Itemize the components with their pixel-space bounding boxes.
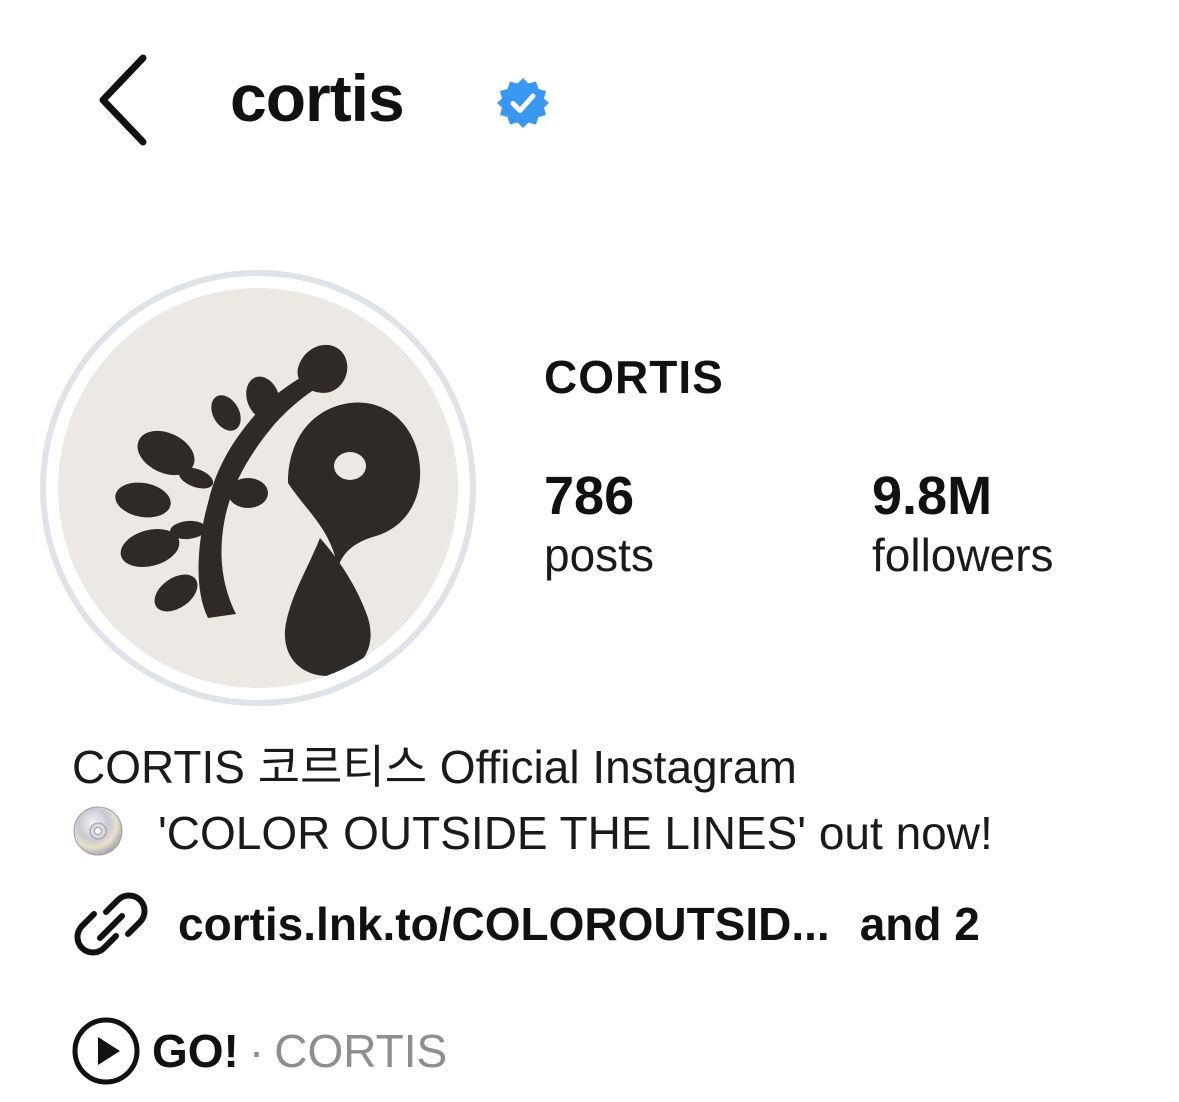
verified-badge-icon [497,78,549,128]
back-button[interactable] [88,50,158,150]
bio-line-2-text: 'COLOR OUTSIDE THE LINES' out now! [158,807,993,859]
bio-line-1: CORTIS 코르티스 Official Instagram [72,741,797,793]
header-username: cortis [230,61,405,135]
avatar-story-ring[interactable] [40,270,476,706]
posts-stat[interactable]: 786 posts [544,466,654,584]
posts-label: posts [544,529,654,581]
link-url[interactable]: cortis.lnk.to/COLOROUTSID... [178,897,830,951]
bio-link[interactable]: cortis.lnk.to/COLOROUTSID... and 2 [72,888,980,960]
followers-stat[interactable]: 9.8M followers [872,466,1054,584]
chevron-left-icon [99,54,147,146]
followers-count: 9.8M [872,466,993,526]
bio: CORTIS 코르티스 Official Instagram 'COLOR OU… [72,734,1172,866]
display-name: CORTIS [544,351,724,403]
song-artist: CORTIS [274,1025,448,1077]
avatar [58,288,458,688]
music-separator: · [248,1025,265,1077]
bio-line-2: 'COLOR OUTSIDE THE LINES' out now! [72,800,1172,866]
song-title: GO! [152,1025,239,1077]
profile-music[interactable]: GO! · CORTIS [70,1016,447,1086]
play-circle-icon [72,1017,140,1085]
followers-label: followers [872,529,1054,581]
profile-page: cortis CORTIS 786 posts 9.8M followers C… [0,0,1179,1102]
link-more[interactable]: and 2 [860,897,980,951]
link-icon [74,892,148,956]
cd-icon [73,806,123,856]
cortis-logo-icon [115,344,421,676]
posts-count: 786 [544,466,635,526]
